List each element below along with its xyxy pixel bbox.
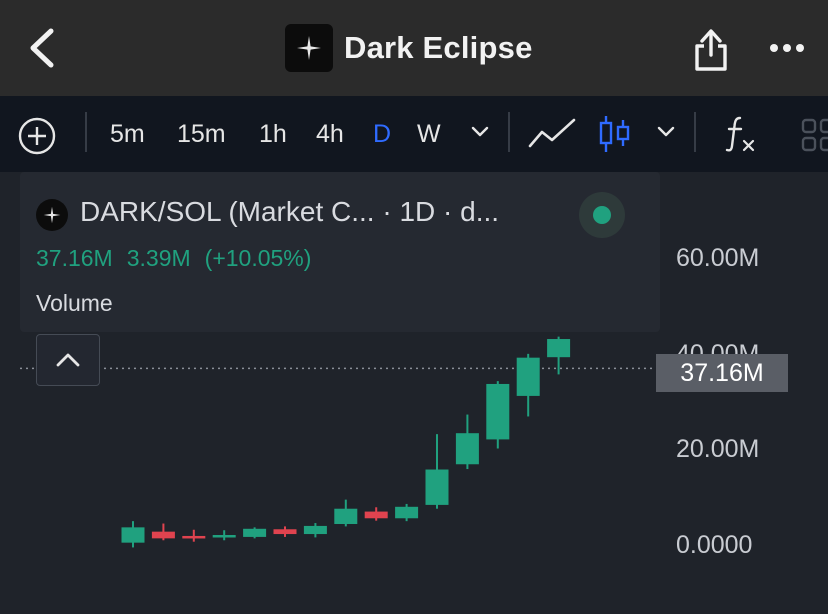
function-icon[interactable]	[724, 114, 760, 154]
token-title-group: Dark Eclipse	[285, 24, 533, 72]
more-dots-icon[interactable]	[766, 34, 808, 62]
line-chart-icon[interactable]	[528, 116, 576, 150]
candle-body	[121, 527, 145, 543]
y-tick-label: 60.00M	[676, 244, 760, 273]
candle[interactable]	[243, 527, 267, 539]
candle[interactable]	[516, 353, 540, 417]
candle-body	[364, 511, 388, 519]
candle-body	[182, 535, 206, 539]
candle[interactable]	[364, 507, 388, 521]
candle[interactable]	[182, 529, 206, 542]
pair-logo	[36, 199, 68, 231]
candle-body	[395, 506, 419, 519]
collapse-legend-button[interactable]	[36, 334, 100, 386]
y-tick-label: 0.0000	[676, 531, 753, 559]
page-title: Dark Eclipse	[344, 30, 533, 65]
chevron-up-icon	[56, 353, 80, 367]
candle-body	[516, 357, 540, 396]
candle[interactable]	[395, 503, 419, 522]
candle-body	[334, 508, 358, 525]
candle-body	[303, 525, 327, 535]
timeframe-1h[interactable]: 1h	[259, 117, 287, 151]
toolbar-divider	[85, 112, 87, 152]
change-value: 3.39M	[126, 245, 191, 271]
candlestick-icon[interactable]	[598, 114, 632, 154]
candle[interactable]	[425, 434, 449, 509]
timeframe-w[interactable]: W	[417, 117, 441, 151]
candle[interactable]	[455, 414, 479, 470]
chart-toolbar: 5m 15m 1h 4h D W	[0, 96, 828, 172]
candle[interactable]	[212, 530, 236, 541]
add-indicator-icon[interactable]	[18, 117, 56, 155]
toolbar-divider	[694, 112, 696, 152]
sparkle-icon	[43, 206, 61, 224]
candle[interactable]	[486, 381, 510, 449]
y-tick-label: 20.00M	[676, 435, 760, 464]
grid-icon[interactable]	[800, 116, 828, 154]
candle[interactable]	[151, 523, 175, 541]
candle-body	[425, 469, 449, 505]
candle-body	[151, 531, 175, 539]
timeframe-d[interactable]: D	[373, 117, 391, 151]
token-logo	[285, 24, 333, 72]
candle-body	[455, 433, 479, 465]
candle[interactable]	[273, 526, 297, 537]
toolbar-divider	[508, 112, 510, 152]
candle[interactable]	[121, 521, 145, 548]
chevron-left-icon[interactable]	[24, 26, 58, 70]
timeframe-5m[interactable]: 5m	[110, 117, 145, 151]
chevron-down-icon[interactable]	[656, 124, 676, 140]
candle-body	[243, 528, 267, 537]
candle-body	[273, 529, 297, 535]
candle-body	[547, 339, 571, 358]
timeframe-15m[interactable]: 15m	[177, 117, 226, 151]
price-stats: 37.16M 3.39M (+10.05%)	[36, 245, 325, 272]
pair-title[interactable]: DARK/SOL (Market C... · 1D · d...	[80, 196, 499, 228]
top-app-bar: Dark Eclipse	[0, 0, 828, 96]
candle[interactable]	[334, 499, 358, 527]
candle-body	[212, 535, 236, 538]
change-percent: (+10.05%)	[204, 245, 312, 271]
chevron-down-icon[interactable]	[470, 124, 490, 140]
live-dot	[593, 206, 611, 224]
live-status-indicator	[579, 192, 625, 238]
last-price-tag: 37.16M	[656, 354, 788, 392]
share-icon[interactable]	[690, 24, 732, 72]
volume-label: Volume	[36, 290, 113, 316]
candle-body	[486, 383, 510, 440]
last-value: 37.16M	[36, 245, 113, 271]
candle[interactable]	[303, 523, 327, 538]
timeframe-4h[interactable]: 4h	[316, 117, 344, 151]
sparkle-icon	[297, 36, 321, 60]
